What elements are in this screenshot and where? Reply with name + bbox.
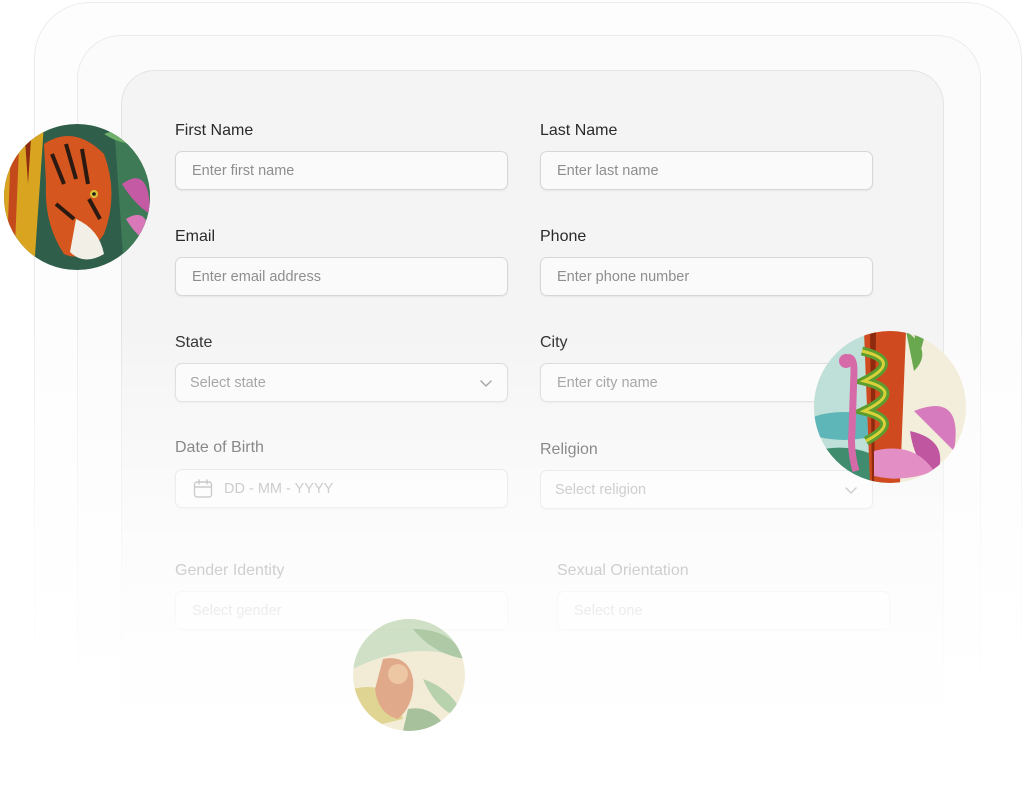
religion-field: Religion Select religion: [540, 441, 873, 511]
tiger-illustration: [4, 124, 150, 270]
state-select[interactable]: Select state: [175, 363, 508, 402]
last-name-field: Last Name Enter last name: [540, 122, 873, 192]
sexual-orientation-field: Sexual Orientation Select one: [557, 562, 890, 632]
religion-placeholder: Select religion: [555, 481, 647, 498]
dob-label: Date of Birth: [175, 439, 264, 456]
email-label: Email: [175, 228, 216, 245]
dob-field: Date of Birth DD - MM - YYYY: [175, 439, 508, 511]
email-field: Email Enter email address: [175, 228, 508, 298]
gender-identity-field: Gender Identity Select gender: [175, 562, 508, 632]
gender-identity-placeholder: Select gender: [192, 602, 282, 619]
phone-placeholder: Enter phone number: [557, 268, 690, 285]
flamingo-illustration: [814, 331, 966, 483]
email-placeholder: Enter email address: [192, 268, 321, 285]
state-field: State Select state: [175, 334, 508, 404]
sexual-orientation-label: Sexual Orientation: [557, 562, 689, 579]
phone-field: Phone Enter phone number: [540, 228, 873, 298]
city-label: City: [540, 334, 568, 351]
orangutan-illustration: [353, 619, 465, 731]
city-placeholder: Enter city name: [557, 374, 658, 391]
first-name-placeholder: Enter first name: [192, 162, 295, 179]
dob-placeholder: DD - MM - YYYY: [224, 480, 334, 497]
sexual-orientation-select[interactable]: Select one: [557, 591, 890, 630]
first-name-field: First Name Enter first name: [175, 122, 508, 192]
sexual-orientation-placeholder: Select one: [574, 602, 643, 619]
chevron-down-icon: [845, 486, 857, 494]
state-label: State: [175, 334, 213, 351]
phone-input[interactable]: Enter phone number: [540, 257, 873, 296]
first-name-input[interactable]: Enter first name: [175, 151, 508, 190]
last-name-input[interactable]: Enter last name: [540, 151, 873, 190]
gender-identity-select[interactable]: Select gender: [175, 591, 508, 630]
email-input[interactable]: Enter email address: [175, 257, 508, 296]
religion-label: Religion: [540, 441, 598, 458]
phone-label: Phone: [540, 228, 587, 245]
dob-input[interactable]: DD - MM - YYYY: [175, 469, 508, 508]
first-name-label: First Name: [175, 122, 254, 139]
calendar-icon: [193, 478, 213, 498]
religion-select[interactable]: Select religion: [540, 470, 873, 509]
chevron-down-icon: [480, 379, 492, 387]
state-placeholder: Select state: [190, 374, 266, 391]
last-name-label: Last Name: [540, 122, 618, 139]
last-name-placeholder: Enter last name: [557, 162, 659, 179]
gender-identity-label: Gender Identity: [175, 562, 285, 579]
